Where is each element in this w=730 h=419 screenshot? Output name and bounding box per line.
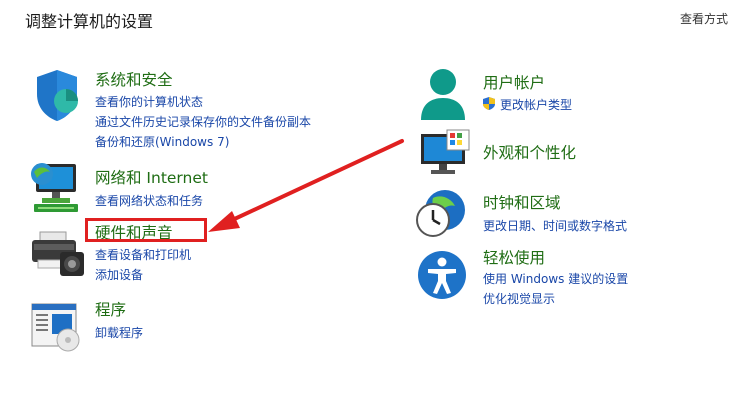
programs-title[interactable]: 程序 xyxy=(95,298,126,320)
accessibility-icon[interactable] xyxy=(417,250,467,300)
link-optimize-visual-display[interactable]: 优化视觉显示 xyxy=(483,290,555,307)
link-add-device[interactable]: 添加设备 xyxy=(95,266,143,283)
link-change-date-format[interactable]: 更改日期、时间或数字格式 xyxy=(483,217,627,234)
link-change-account-type[interactable]: 更改帐户类型 xyxy=(500,96,572,113)
network-icon[interactable] xyxy=(28,160,82,216)
link-network-status[interactable]: 查看网络状态和任务 xyxy=(95,192,203,209)
clock-region-title[interactable]: 时钟和区域 xyxy=(483,191,561,213)
user-icon[interactable] xyxy=(418,66,468,122)
link-uninstall-program[interactable]: 卸载程序 xyxy=(95,324,143,341)
clock-globe-icon[interactable] xyxy=(415,186,469,240)
page-title: 调整计算机的设置 xyxy=(25,12,154,31)
shield-icon[interactable] xyxy=(33,68,81,122)
appearance-title[interactable]: 外观和个性化 xyxy=(483,141,576,163)
highlight-box xyxy=(85,218,207,242)
link-backup-restore[interactable]: 备份和还原(Windows 7) xyxy=(95,133,229,150)
ease-of-access-title[interactable]: 轻松使用 xyxy=(483,246,545,268)
view-by-label[interactable]: 查看方式 xyxy=(680,10,728,27)
link-recommended-settings[interactable]: 使用 Windows 建议的设置 xyxy=(483,270,628,287)
display-personalization-icon[interactable] xyxy=(417,128,473,180)
link-devices-printers[interactable]: 查看设备和打印机 xyxy=(95,246,191,263)
uac-shield-icon xyxy=(483,97,495,110)
network-title[interactable]: 网络和 Internet xyxy=(95,166,208,188)
annotation-arrow xyxy=(208,139,404,232)
link-file-history[interactable]: 通过文件历史记录保存你的文件备份副本 xyxy=(95,113,311,130)
programs-icon[interactable] xyxy=(30,302,82,352)
printer-icon[interactable] xyxy=(30,228,86,278)
link-view-computer-status[interactable]: 查看你的计算机状态 xyxy=(95,93,203,110)
system-security-title[interactable]: 系统和安全 xyxy=(95,68,173,90)
user-accounts-title[interactable]: 用户帐户 xyxy=(483,71,545,93)
